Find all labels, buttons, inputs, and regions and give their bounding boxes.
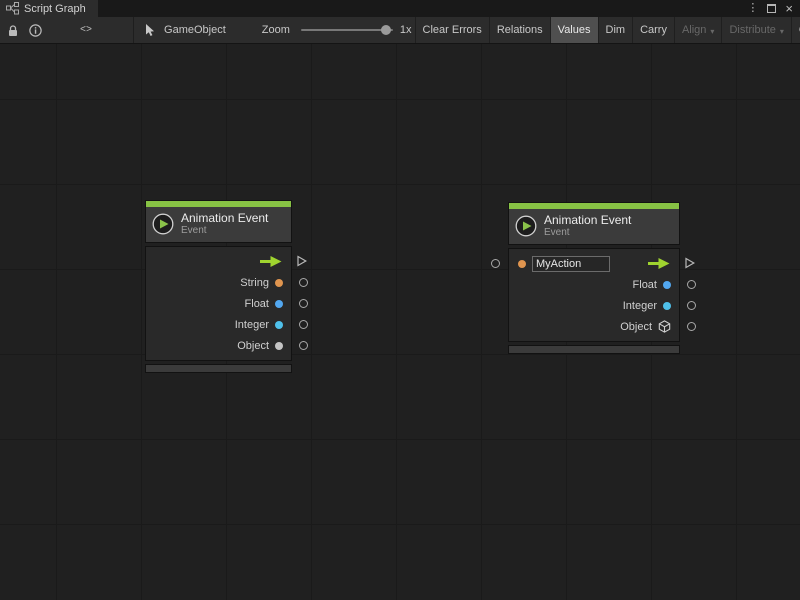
menu-icon[interactable]: ⋮ [747,3,758,14]
zoom-value: 1x [397,17,415,43]
name-input-port[interactable] [491,259,500,268]
node-footer [145,364,292,373]
tab-label: Script Graph [24,3,86,15]
toolbar-separator [133,17,134,43]
zoom-slider[interactable] [301,17,393,43]
integer-output-port[interactable] [299,320,308,329]
port-row-float: Float [509,274,679,295]
tab-script-graph[interactable]: Script Graph [0,0,98,17]
relations-button[interactable]: Relations [489,17,550,43]
node-header[interactable]: Animation Event Event [146,207,291,242]
port-label: Float [633,279,657,291]
lock-icon[interactable] [2,17,24,43]
node-title: Animation Event [544,213,631,227]
window-titlebar: Script Graph ⋮ × [0,0,800,17]
titlebar-controls: ⋮ × [747,0,800,17]
code-icon[interactable]: <> [75,17,97,43]
gameobject-label[interactable]: GameObject [161,17,229,43]
port-label: Float [245,298,269,310]
info-icon[interactable] [24,17,47,43]
zoom-slider-track[interactable] [301,29,393,31]
action-name-field[interactable] [532,256,610,272]
node-body: String Float Integer Object [145,246,292,361]
name-input-row [509,253,679,274]
node-animation-event-1[interactable]: Animation Event Event [145,200,292,373]
node-footer [508,345,680,354]
node-body: Float Integer Object [508,248,680,342]
port-row-object: Object [509,316,679,337]
integer-type-dot [275,321,283,329]
dim-button[interactable]: Dim [598,17,633,43]
object-output-port[interactable] [299,341,308,350]
string-type-dot [518,260,526,268]
string-type-dot [275,279,283,287]
flow-output-port[interactable] [685,257,695,269]
clear-errors-button[interactable]: Clear Errors [415,17,489,43]
event-play-icon [152,213,174,235]
integer-output-port[interactable] [687,301,696,310]
port-row-string: String [146,272,291,293]
zoom-label: Zoom [259,17,293,43]
port-label: Object [237,340,269,352]
float-output-port[interactable] [687,280,696,289]
graph-toolbar: <> GameObject Zoom 1x Clear Errors Relat… [0,17,800,44]
close-icon[interactable]: × [785,2,793,15]
distribute-dropdown[interactable]: Distribute [721,17,790,43]
node-header[interactable]: Animation Event Event [509,209,679,244]
port-row-integer: Integer [146,314,291,335]
flow-arrow-icon [646,257,671,270]
port-row-integer: Integer [509,295,679,316]
script-graph-icon [6,2,19,15]
values-button[interactable]: Values [550,17,598,43]
gameobject-icon [139,17,161,43]
port-label: Integer [235,319,269,331]
node-animation-event-2[interactable]: Animation Event Event [508,202,680,354]
object-type-dot [275,342,283,350]
graph-canvas[interactable]: Animation Event Event [0,44,800,600]
flow-arrow-icon [258,255,283,268]
overview-button[interactable]: Overview [791,17,800,43]
zoom-slider-handle[interactable] [381,25,391,35]
node-header-block[interactable]: Animation Event Event [508,202,680,245]
node-subtitle: Event [181,225,268,237]
align-dropdown[interactable]: Align [674,17,721,43]
port-label: String [240,277,269,289]
node-title: Animation Event [181,211,268,225]
event-play-icon [515,215,537,237]
object-output-port[interactable] [687,322,696,331]
port-row-object: Object [146,335,291,356]
carry-button[interactable]: Carry [632,17,674,43]
flow-output-row [146,251,291,272]
string-output-port[interactable] [299,278,308,287]
float-type-dot [275,300,283,308]
float-type-dot [663,281,671,289]
integer-type-dot [663,302,671,310]
node-header-block[interactable]: Animation Event Event [145,200,292,243]
maximize-icon[interactable] [767,4,776,13]
port-row-float: Float [146,293,291,314]
port-label: Object [620,321,652,333]
port-label: Integer [623,300,657,312]
flow-output-port[interactable] [297,255,307,267]
float-output-port[interactable] [299,299,308,308]
node-subtitle: Event [544,227,631,239]
cube-icon [658,320,671,333]
